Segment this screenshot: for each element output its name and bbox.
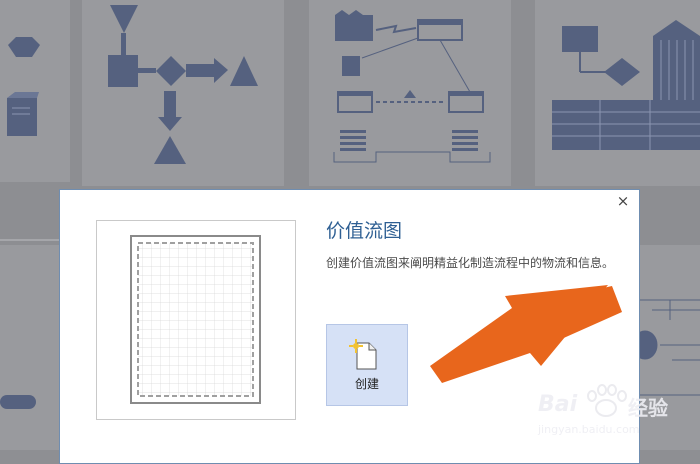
paw-logo-icon — [587, 384, 627, 417]
create-label: 创建 — [354, 377, 379, 391]
create-button[interactable]: 创建 — [326, 324, 408, 406]
watermark-brand: Bai — [538, 392, 578, 417]
new-document-icon — [349, 339, 377, 370]
server-icon — [7, 92, 39, 136]
grid-page-preview — [130, 235, 261, 404]
watermark-url: jingyan.baidu.com — [538, 423, 640, 436]
watermark: Bai 经验 jingyan.baidu.com — [536, 384, 700, 450]
watermark-brand-cn: 经验 — [628, 396, 668, 420]
close-icon[interactable]: × — [616, 194, 630, 209]
dialog-description: 创建价值流图来阐明精益化制造流程中的物流和信息。 — [326, 256, 615, 270]
rounded-shape — [0, 395, 36, 409]
template-preview — [96, 220, 296, 420]
dialog-title: 价值流图 — [326, 220, 403, 242]
